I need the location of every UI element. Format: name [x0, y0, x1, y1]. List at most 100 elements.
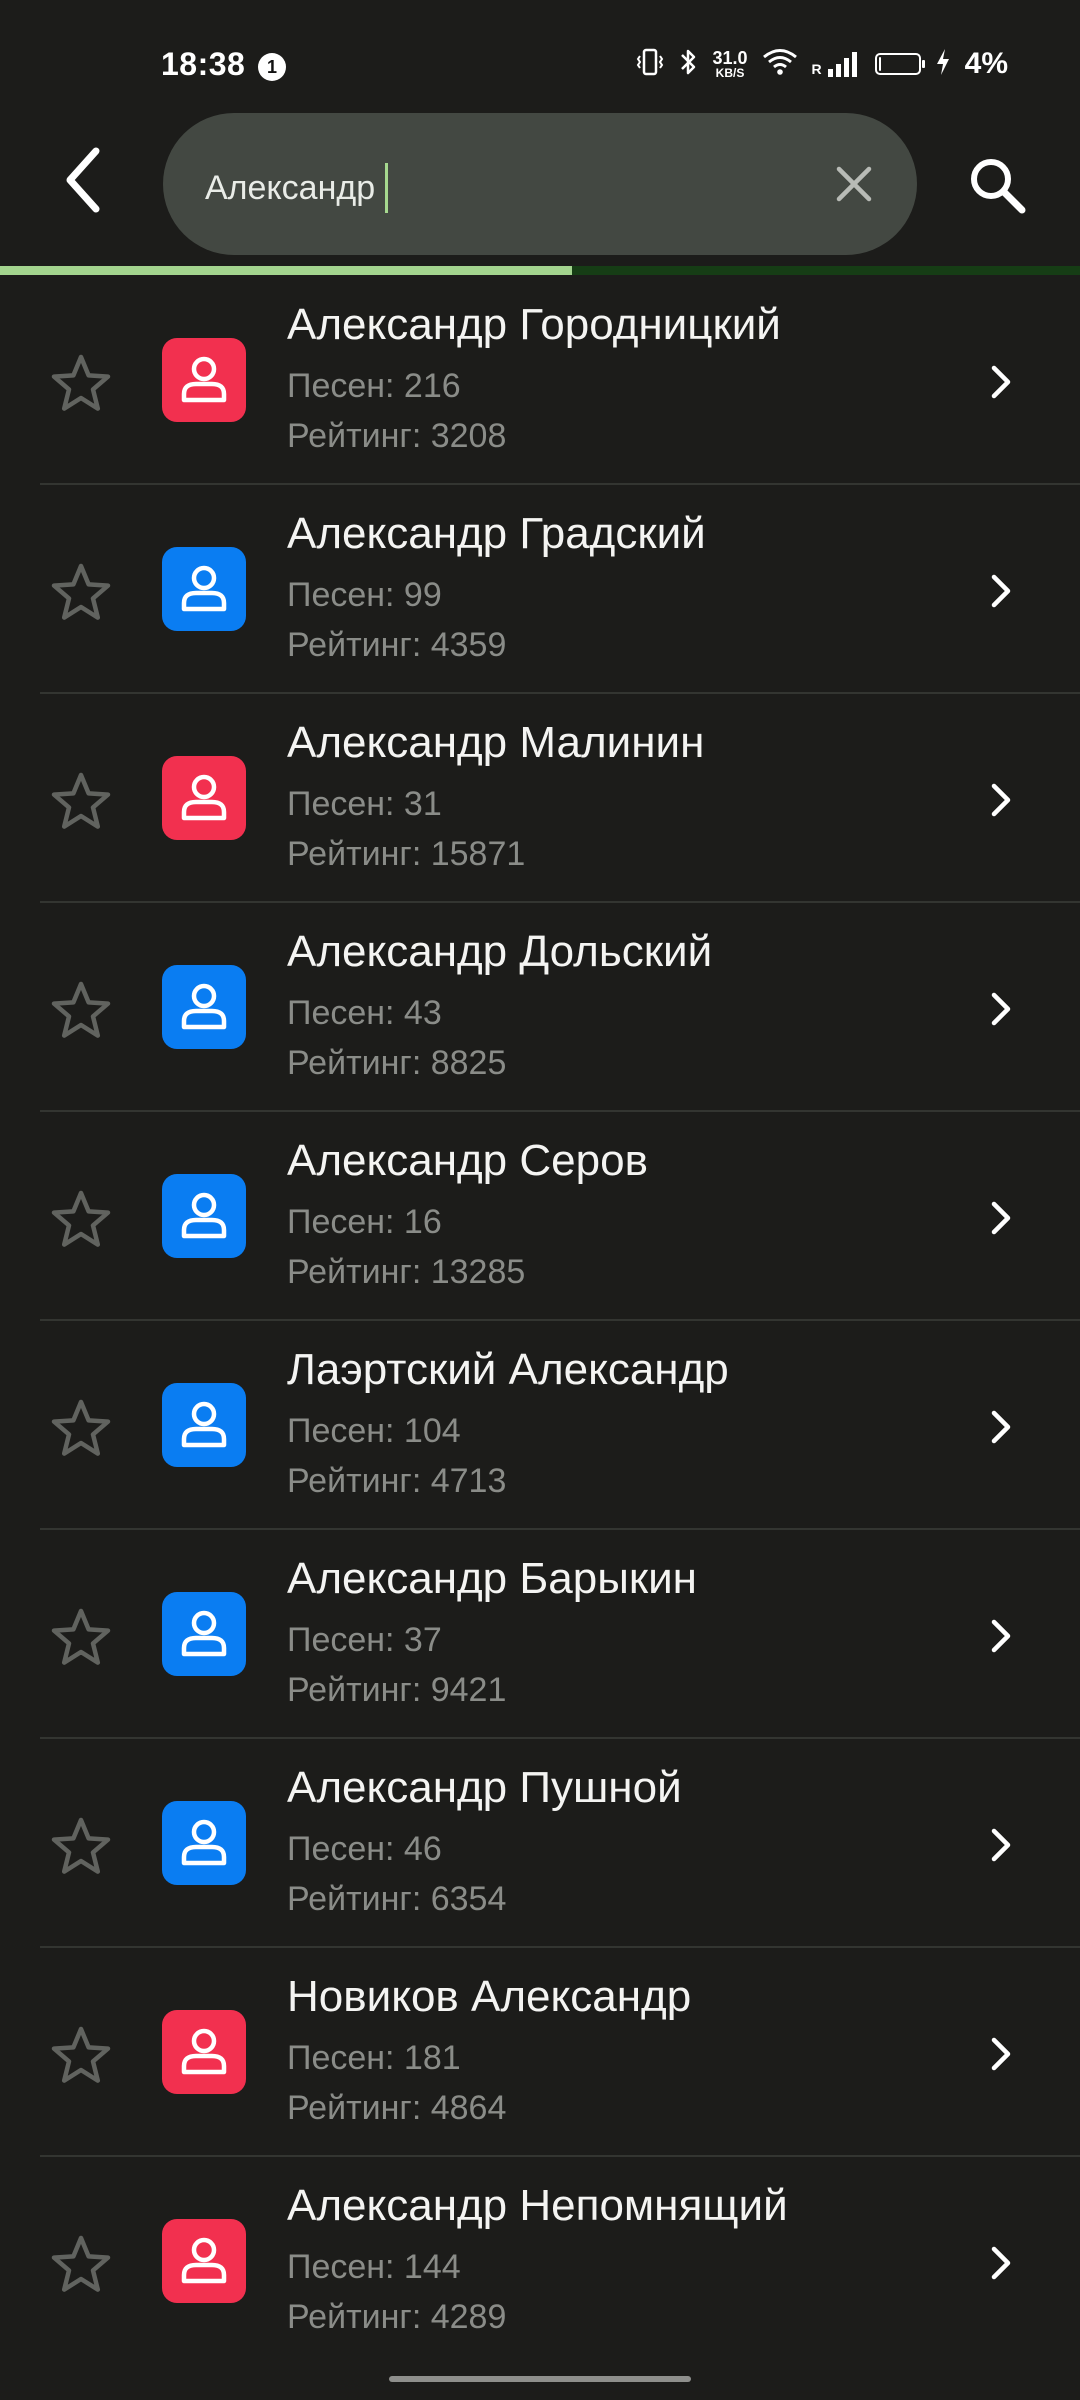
chevron-right-icon	[991, 574, 1011, 608]
search-field[interactable]: Александр	[163, 113, 917, 255]
songs-count: Песен: 216	[287, 367, 461, 405]
favorite-star-button[interactable]	[48, 2231, 114, 2297]
person-icon	[181, 565, 227, 612]
open-artist-button[interactable]	[976, 567, 1024, 615]
list-item[interactable]: Александр Пушной Песен: 46 Рейтинг: 6354	[0, 1739, 1080, 1948]
star-outline-icon	[51, 772, 111, 829]
star-outline-icon	[51, 1608, 111, 1665]
progress-fill	[0, 266, 573, 275]
artist-info: Лаэртский Александр Песен: 104 Рейтинг: …	[287, 1345, 947, 1499]
star-outline-icon	[51, 1817, 111, 1874]
artist-name: Александр Серов	[287, 1136, 648, 1185]
songs-count: Песен: 99	[287, 576, 442, 614]
songs-count: Песен: 37	[287, 1621, 442, 1659]
chevron-right-icon	[991, 992, 1011, 1026]
artist-avatar	[162, 965, 246, 1049]
favorite-star-button[interactable]	[48, 2022, 114, 2088]
artist-name: Александр Малинин	[287, 718, 705, 767]
search-input[interactable]: Александр	[205, 163, 389, 213]
search-button[interactable]	[960, 148, 1034, 222]
artist-name: Лаэртский Александр	[287, 1345, 729, 1394]
open-artist-button[interactable]	[976, 1194, 1024, 1242]
open-artist-button[interactable]	[976, 1612, 1024, 1660]
star-outline-icon	[51, 2235, 111, 2292]
open-artist-button[interactable]	[976, 1403, 1024, 1451]
home-indicator[interactable]	[389, 2376, 691, 2382]
notification-badge: 1	[258, 53, 286, 81]
open-artist-button[interactable]	[976, 2030, 1024, 2078]
artist-avatar	[162, 2010, 246, 2094]
person-icon	[181, 1401, 227, 1448]
artist-info: Александр Дольский Песен: 43 Рейтинг: 88…	[287, 930, 947, 1081]
network-speed: 31.0 KB/S	[712, 48, 748, 80]
songs-count: Песен: 144	[287, 2248, 461, 2286]
chevron-right-icon	[991, 2246, 1011, 2280]
open-artist-button[interactable]	[976, 985, 1024, 1033]
open-artist-button[interactable]	[976, 1821, 1024, 1869]
favorite-star-button[interactable]	[48, 1186, 114, 1252]
rating-value: Рейтинг: 4289	[287, 2298, 507, 2336]
artist-info: Александр Пушной Песен: 46 Рейтинг: 6354	[287, 1766, 947, 1918]
chevron-right-icon	[991, 1201, 1011, 1235]
artist-avatar	[162, 1801, 246, 1885]
rating-value: Рейтинг: 15871	[287, 835, 526, 873]
favorite-star-button[interactable]	[48, 768, 114, 834]
chevron-right-icon	[991, 1828, 1011, 1862]
songs-count: Песен: 46	[287, 1830, 442, 1868]
list-item[interactable]: Лаэртский Александр Песен: 104 Рейтинг: …	[0, 1321, 1080, 1530]
artist-name: Александр Градский	[287, 509, 706, 558]
artist-name: Александр Непомнящий	[287, 2181, 788, 2230]
vibrate-icon	[636, 47, 664, 82]
favorite-star-button[interactable]	[48, 350, 114, 416]
artist-info: Александр Непомнящий Песен: 144 Рейтинг:…	[287, 2181, 947, 2336]
search-icon	[971, 159, 1026, 214]
open-artist-button[interactable]	[976, 776, 1024, 824]
artist-info: Александр Малинин Песен: 31 Рейтинг: 158…	[287, 718, 947, 873]
list-item[interactable]: Александр Городницкий Песен: 216 Рейтинг…	[0, 276, 1080, 485]
list-item[interactable]: Александр Градский Песен: 99 Рейтинг: 43…	[0, 485, 1080, 694]
person-icon	[181, 2028, 227, 2075]
person-icon	[181, 2237, 227, 2284]
rating-value: Рейтинг: 6354	[287, 1880, 507, 1918]
artist-list: Александр Городницкий Песен: 216 Рейтинг…	[0, 276, 1080, 2366]
favorite-star-button[interactable]	[48, 1604, 114, 1670]
chevron-right-icon	[991, 365, 1011, 399]
star-outline-icon	[51, 354, 111, 411]
status-time: 18:38	[161, 46, 246, 82]
person-icon	[181, 1819, 227, 1866]
chevron-right-icon	[991, 783, 1011, 817]
person-icon	[181, 1610, 227, 1657]
artist-avatar	[162, 338, 246, 422]
list-item[interactable]: Александр Серов Песен: 16 Рейтинг: 13285	[0, 1112, 1080, 1321]
open-artist-button[interactable]	[976, 2239, 1024, 2287]
list-item[interactable]: Александр Непомнящий Песен: 144 Рейтинг:…	[0, 2157, 1080, 2366]
favorite-star-button[interactable]	[48, 1813, 114, 1879]
back-button[interactable]	[46, 144, 118, 216]
favorite-star-button[interactable]	[48, 977, 114, 1043]
battery-icon	[874, 53, 925, 75]
list-item[interactable]: Александр Малинин Песен: 31 Рейтинг: 158…	[0, 694, 1080, 903]
list-item[interactable]: Новиков Александр Песен: 181 Рейтинг: 48…	[0, 1948, 1080, 2157]
favorite-star-button[interactable]	[48, 1395, 114, 1461]
star-outline-icon	[51, 2026, 111, 2083]
artist-avatar	[162, 2219, 246, 2303]
open-artist-button[interactable]	[976, 358, 1024, 406]
artist-avatar	[162, 547, 246, 631]
person-icon	[181, 774, 227, 821]
list-item[interactable]: Александр Барыкин Песен: 37 Рейтинг: 942…	[0, 1530, 1080, 1739]
arrow-back-icon	[66, 147, 100, 213]
clear-search-button[interactable]	[821, 151, 887, 217]
loading-progress-bar	[0, 266, 1080, 275]
wifi-icon	[762, 48, 798, 81]
songs-count: Песен: 181	[287, 2039, 461, 2077]
rating-value: Рейтинг: 4359	[287, 626, 507, 664]
favorite-star-button[interactable]	[48, 559, 114, 625]
chevron-right-icon	[991, 1619, 1011, 1653]
artist-avatar	[162, 1383, 246, 1467]
list-item[interactable]: Александр Дольский Песен: 43 Рейтинг: 88…	[0, 903, 1080, 1112]
artist-info: Александр Барыкин Песен: 37 Рейтинг: 942…	[287, 1557, 947, 1708]
person-icon	[181, 983, 227, 1030]
bluetooth-icon	[678, 47, 698, 82]
chevron-right-icon	[991, 2037, 1011, 2071]
person-icon	[181, 1192, 227, 1239]
